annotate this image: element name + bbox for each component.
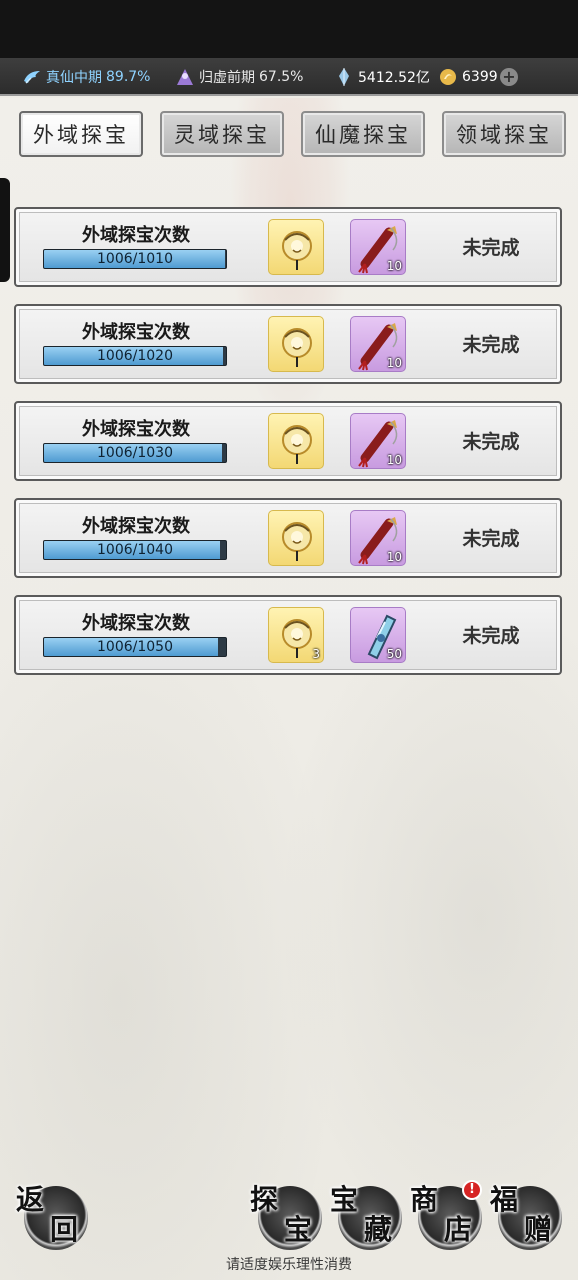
task-progress-text: 1006/1010	[97, 251, 173, 267]
realm-primary: 真仙中期 89.7%	[22, 58, 150, 96]
task-status: 未完成	[462, 334, 520, 356]
task-progress-text: 1006/1030	[97, 445, 173, 461]
reward-item-lantern[interactable]	[268, 510, 324, 566]
task-title: 外域探宝次数	[82, 419, 190, 440]
realm-primary-name: 真仙中期	[46, 70, 102, 86]
task-title: 外域探宝次数	[82, 613, 190, 634]
coin-icon	[438, 67, 458, 87]
treasure-button[interactable]: 宝 藏	[330, 1183, 402, 1250]
task-title: 外域探宝次数	[82, 225, 190, 246]
currency-crystal-value: 5412.52亿	[358, 70, 430, 86]
currency-gold-value: 6399	[462, 69, 498, 85]
task-row: 外域探宝次数 1006/1020 10 未完成	[14, 304, 562, 384]
top-decoration	[0, 0, 578, 58]
task-row: 外域探宝次数 1006/1040 10 未完成	[14, 498, 562, 578]
tab-outer-domain[interactable]: 外域探宝	[19, 111, 143, 157]
realm-secondary-name: 归虚前期	[199, 70, 255, 86]
task-progress-text: 1006/1020	[97, 348, 173, 364]
reward-item-second[interactable]: 10	[350, 219, 406, 275]
back-char-2: 回	[50, 1213, 79, 1246]
task-status: 未完成	[462, 431, 520, 453]
reward-count: 10	[386, 356, 402, 370]
wing-icon	[22, 67, 42, 87]
spirit-icon	[175, 67, 195, 87]
currency-gold: 6399	[438, 58, 498, 96]
task-progress-bar: 1006/1030	[43, 443, 227, 463]
task-title: 外域探宝次数	[82, 322, 190, 343]
reward-count: 10	[386, 453, 402, 467]
tab-spirit-domain[interactable]: 灵域探宝	[160, 111, 284, 157]
task-status: 未完成	[462, 237, 520, 259]
reward-item-second[interactable]: 50	[350, 607, 406, 663]
back-button[interactable]: 返 回	[16, 1183, 88, 1250]
gift-char-2: 赠	[524, 1213, 553, 1246]
gift-button[interactable]: 福 赠	[490, 1183, 562, 1250]
task-row: 外域探宝次数 1006/1050 3 50 未完成	[14, 595, 562, 675]
currency-crystal: 5412.52亿	[334, 58, 430, 96]
reward-item-second[interactable]: 10	[350, 413, 406, 469]
explore-button[interactable]: 探 宝	[250, 1183, 322, 1250]
reward-count: 3	[312, 647, 320, 661]
shop-alert-badge: !	[462, 1180, 482, 1200]
treasure-char-2: 藏	[364, 1213, 393, 1246]
realm-primary-percent: 89.7%	[106, 69, 151, 85]
reward-item-lantern[interactable]	[268, 413, 324, 469]
reward-item-lantern[interactable]: 3	[268, 607, 324, 663]
task-progress-bar: 1006/1050	[43, 637, 227, 657]
task-row: 外域探宝次数 1006/1010 10 未完成	[14, 207, 562, 287]
task-title: 外域探宝次数	[82, 516, 190, 537]
task-progress-bar: 1006/1010	[43, 249, 227, 269]
tab-territory[interactable]: 领域探宝	[442, 111, 566, 157]
task-row: 外域探宝次数 1006/1030 10 未完成	[14, 401, 562, 481]
shop-char-2: 店	[444, 1213, 473, 1246]
reward-item-lantern[interactable]	[268, 316, 324, 372]
task-status: 未完成	[462, 528, 520, 550]
gift-char-1: 福	[490, 1183, 519, 1216]
task-progress-bar: 1006/1040	[43, 540, 227, 560]
reward-item-second[interactable]: 10	[350, 316, 406, 372]
task-progress-text: 1006/1050	[97, 639, 173, 655]
status-bar: 真仙中期 89.7% 归虚前期 67.5% 5412.52亿 6399 +	[0, 58, 578, 96]
reward-count: 10	[386, 550, 402, 564]
reward-item-second[interactable]: 10	[350, 510, 406, 566]
reward-item-lantern[interactable]	[268, 219, 324, 275]
back-char-1: 返	[16, 1183, 45, 1216]
shop-char-1: 商	[410, 1183, 439, 1216]
play-responsibly-notice: 请适度娱乐理性消费	[226, 1257, 352, 1273]
side-drawer-handle[interactable]	[0, 178, 10, 282]
task-progress-bar: 1006/1020	[43, 346, 227, 366]
crystal-icon	[334, 67, 354, 87]
task-status: 未完成	[462, 625, 520, 647]
task-progress-text: 1006/1040	[97, 542, 173, 558]
realm-secondary: 归虚前期 67.5%	[175, 58, 303, 96]
explore-char-2: 宝	[284, 1213, 313, 1246]
reward-count: 50	[386, 647, 402, 661]
tab-immortal-demon[interactable]: 仙魔探宝	[301, 111, 425, 157]
realm-secondary-percent: 67.5%	[259, 69, 304, 85]
explore-char-1: 探	[250, 1183, 279, 1216]
reward-count: 10	[386, 259, 402, 273]
add-currency-button[interactable]: +	[500, 68, 518, 86]
treasure-char-1: 宝	[330, 1183, 359, 1216]
